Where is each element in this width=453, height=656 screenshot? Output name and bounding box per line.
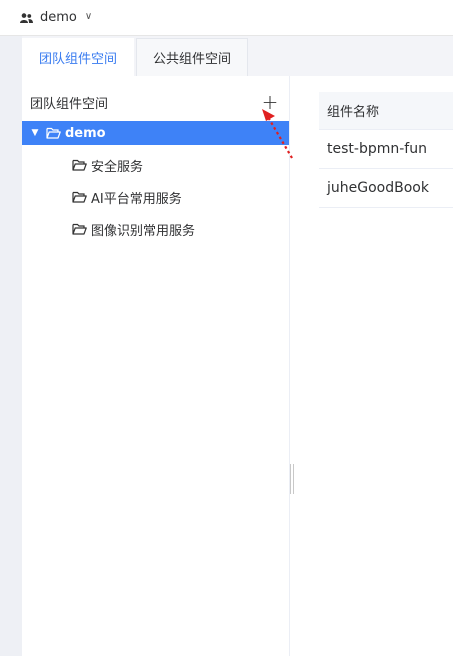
tab-public-space[interactable]: 公共组件空间 xyxy=(136,38,249,76)
tree-node-demo[interactable]: ▼ demo xyxy=(22,121,289,145)
tab-team-space[interactable]: 团队组件空间 xyxy=(22,38,135,76)
table-row[interactable]: test-bpmn-fun xyxy=(319,130,453,169)
caret-down-icon[interactable]: ▼ xyxy=(24,128,46,138)
users-icon xyxy=(20,12,33,23)
chevron-down-icon: ∨ xyxy=(84,11,93,22)
tree-node-security[interactable]: 安全服务 xyxy=(22,153,289,177)
tree-header: 团队组件空间 + xyxy=(30,90,280,114)
column-header-component-name: 组件名称 xyxy=(319,92,453,130)
team-name: demo xyxy=(40,10,77,25)
tab-bar: 团队组件空间 公共组件空间 xyxy=(22,36,453,76)
tree-node-label: 图像识别常用服务 xyxy=(91,223,196,239)
team-switcher[interactable]: demo ∨ xyxy=(20,10,92,25)
add-button[interactable]: + xyxy=(260,92,280,112)
tree-node-label: AI平台常用服务 xyxy=(91,191,182,207)
folder-open-icon xyxy=(72,223,87,235)
folder-open-icon xyxy=(72,159,87,171)
component-table: 组件名称 test-bpmn-fun juheGoodBook xyxy=(319,92,453,208)
tree-node-label: demo xyxy=(65,125,106,141)
tree-node-ai-platform[interactable]: AI平台常用服务 xyxy=(22,185,289,209)
top-bar: demo ∨ xyxy=(0,0,453,36)
panel-resize-handle[interactable] xyxy=(290,464,294,494)
folder-open-icon xyxy=(72,191,87,203)
tree-panel: 团队组件空间 + ▼ demo 安全服务 AI平台常用服务 图像识别常用服务 xyxy=(22,76,290,656)
folder-open-icon xyxy=(46,127,61,139)
tree-title: 团队组件空间 xyxy=(30,96,109,112)
table-row[interactable]: juheGoodBook xyxy=(319,169,453,208)
tree-node-image-recognition[interactable]: 图像识别常用服务 xyxy=(22,217,289,241)
tree-node-label: 安全服务 xyxy=(91,159,144,175)
main-content: 团队组件空间 + ▼ demo 安全服务 AI平台常用服务 图像识别常用服务 组… xyxy=(22,76,453,656)
left-strip xyxy=(0,36,22,656)
